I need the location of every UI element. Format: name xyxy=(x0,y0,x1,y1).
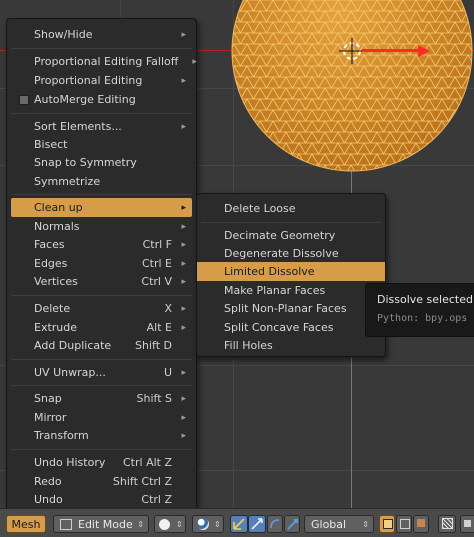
tooltip-title: Dissolve selected xyxy=(377,293,473,306)
submenu-item-limited-dissolve[interactable]: Limited Dissolve xyxy=(197,262,385,281)
menu-item-undo-history[interactable]: Undo History Ctrl Alt Z xyxy=(11,453,192,472)
submenu-arrow-icon: ▸ xyxy=(181,29,186,40)
menu-item-snap[interactable]: Snap Shift S ▸ xyxy=(11,389,192,408)
mesh-menu-button[interactable]: Mesh xyxy=(6,515,46,533)
submenu-arrow-icon: ▸ xyxy=(181,221,186,232)
manipulator-x-arrow[interactable] xyxy=(362,49,422,52)
menu-item-bisect[interactable]: Bisect xyxy=(11,135,192,154)
submenu-arrow-icon: ▸ xyxy=(181,276,186,287)
manipulator-x-arrowhead-icon[interactable] xyxy=(418,45,430,57)
chevron-updown-icon: ⇕ xyxy=(362,519,369,529)
submenu-arrow-icon: ▸ xyxy=(181,239,186,250)
checkbox-icon[interactable] xyxy=(19,95,29,105)
submenu-arrow-icon: ▸ xyxy=(181,322,186,333)
submenu-item-make-planar-faces[interactable]: Make Planar Faces xyxy=(201,281,381,300)
occlude-geometry-button[interactable] xyxy=(438,515,456,533)
menu-item-delete[interactable]: Delete X ▸ xyxy=(11,299,192,318)
menu-item-snap-to-symmetry[interactable]: Snap to Symmetry xyxy=(11,153,192,172)
extra-toggle[interactable] xyxy=(460,515,474,533)
manipulator-icon xyxy=(233,518,245,530)
menu-item-vertices[interactable]: Vertices Ctrl V ▸ xyxy=(11,272,192,291)
cleanup-submenu: Delete Loose Decimate Geometry Degenerat… xyxy=(196,193,386,357)
submenu-arrow-icon: ▸ xyxy=(192,56,197,67)
menu-item-automerge-editing[interactable]: AutoMerge Editing xyxy=(11,90,192,109)
tooltip-python: Python: bpy.ops xyxy=(377,313,468,324)
submenu-item-degenerate-dissolve[interactable]: Degenerate Dissolve xyxy=(201,244,381,263)
mesh-context-menu: Show/Hide ▸ Proportional Editing Falloff ▸… xyxy=(6,18,197,512)
menu-item-clean-up[interactable]: Clean up ▸ xyxy=(11,198,192,217)
submenu-arrow-icon: ▸ xyxy=(181,393,186,404)
translate-icon xyxy=(251,518,263,530)
menu-item-show-hide[interactable]: Show/Hide ▸ xyxy=(11,25,192,44)
menu-item-uv-unwrap[interactable]: UV Unwrap... U ▸ xyxy=(11,363,192,382)
vertex-select-button[interactable] xyxy=(379,515,395,533)
submenu-arrow-icon: ▸ xyxy=(181,75,186,86)
vertex-select-icon xyxy=(383,519,393,529)
submenu-arrow-icon: ▸ xyxy=(181,202,186,213)
edge-select-button[interactable] xyxy=(396,515,412,533)
chevron-updown-icon: ⇕ xyxy=(176,519,183,529)
pivot-point-dropdown[interactable]: ⇕ xyxy=(192,515,224,533)
menu-item-sort-elements[interactable]: Sort Elements... ▸ xyxy=(11,117,192,136)
submenu-item-split-non-planar-faces[interactable]: Split Non-Planar Faces xyxy=(201,299,381,318)
face-select-button[interactable] xyxy=(413,515,429,533)
submenu-arrow-icon: ▸ xyxy=(181,367,186,378)
menu-item-extrude[interactable]: Extrude Alt E ▸ xyxy=(11,318,192,337)
face-select-icon xyxy=(417,519,425,527)
submenu-arrow-icon: ▸ xyxy=(181,303,186,314)
rotate-icon xyxy=(270,519,280,529)
menu-item-faces[interactable]: Faces Ctrl F ▸ xyxy=(11,235,192,254)
chevron-updown-icon: ⇕ xyxy=(137,519,144,529)
submenu-item-delete-loose[interactable]: Delete Loose xyxy=(201,199,381,218)
scale-icon xyxy=(287,519,298,530)
edge-select-icon xyxy=(400,519,410,529)
menu-item-mirror[interactable]: Mirror ▸ xyxy=(11,408,192,427)
transform-orientation-dropdown[interactable]: Global ⇕ xyxy=(304,515,374,533)
manipulator-toggle[interactable] xyxy=(230,515,248,533)
submenu-arrow-icon: ▸ xyxy=(181,121,186,132)
submenu-arrow-icon: ▸ xyxy=(181,258,186,269)
menu-item-edges[interactable]: Edges Ctrl E ▸ xyxy=(11,254,192,273)
mode-dropdown[interactable]: Edit Mode ⇕ xyxy=(53,515,149,533)
pivot-icon xyxy=(197,518,209,530)
submenu-arrow-icon: ▸ xyxy=(181,430,186,441)
menu-item-proportional-editing-falloff[interactable]: Proportional Editing Falloff ▸ xyxy=(11,52,197,71)
menu-item-add-duplicate[interactable]: Add Duplicate Shift D xyxy=(11,336,192,355)
menu-item-redo[interactable]: Redo Shift Ctrl Z xyxy=(11,472,192,491)
edit-mode-icon xyxy=(60,518,72,530)
solid-shading-icon xyxy=(159,518,170,530)
tooltip: Dissolve selected Python: bpy.ops xyxy=(365,283,474,337)
submenu-arrow-icon: ▸ xyxy=(181,412,186,423)
menu-item-symmetrize[interactable]: Symmetrize xyxy=(11,172,192,191)
viewport-shading-dropdown[interactable]: ⇕ xyxy=(154,515,186,533)
scale-toggle[interactable] xyxy=(284,515,300,533)
square-icon xyxy=(464,520,471,527)
chevron-updown-icon: ⇕ xyxy=(214,519,221,529)
menu-item-proportional-editing[interactable]: Proportional Editing ▸ xyxy=(11,71,192,90)
submenu-item-decimate-geometry[interactable]: Decimate Geometry xyxy=(201,226,381,245)
translate-toggle[interactable] xyxy=(248,515,266,533)
submenu-item-fill-holes[interactable]: Fill Holes xyxy=(201,336,381,355)
occlude-icon xyxy=(442,518,453,529)
submenu-item-split-concave-faces[interactable]: Split Concave Faces xyxy=(201,318,381,337)
menu-item-normals[interactable]: Normals ▸ xyxy=(11,217,192,236)
menu-item-undo[interactable]: Undo Ctrl Z xyxy=(11,490,192,509)
rotate-toggle[interactable] xyxy=(267,515,283,533)
3d-view-header: Mesh Edit Mode ⇕ ⇕ ⇕ Global ⇕ xyxy=(0,508,474,537)
menu-item-transform[interactable]: Transform ▸ xyxy=(11,426,192,445)
